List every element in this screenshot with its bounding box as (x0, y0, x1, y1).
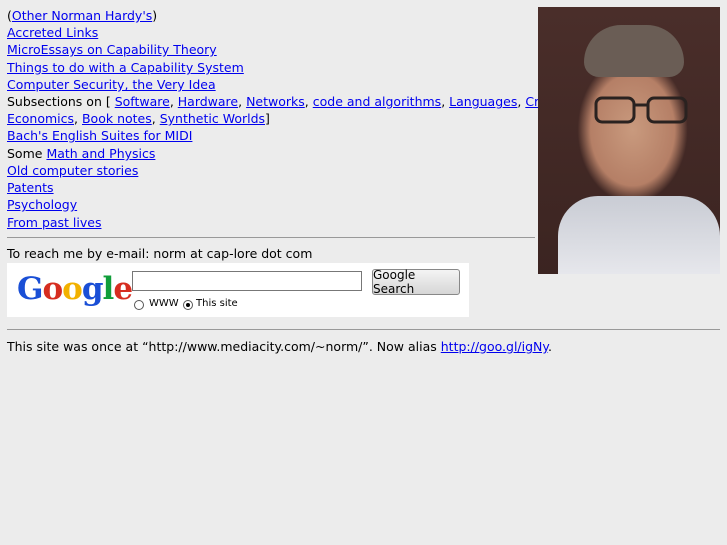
glasses-shape (594, 96, 688, 124)
divider-bottom (7, 329, 720, 330)
psychology-link[interactable]: Psychology (7, 197, 77, 212)
software-link[interactable]: Software (115, 94, 170, 109)
capability-system-link[interactable]: Things to do with a Capability System (7, 60, 244, 75)
accreted-links-link[interactable]: Accreted Links (7, 25, 98, 40)
microessays-link[interactable]: MicroEssays on Capability Theory (7, 42, 217, 57)
math-physics-line: Some Math and Physics (7, 145, 155, 162)
code-algorithms-link[interactable]: code and algorithms (313, 94, 441, 109)
footer-line: This site was once at “http://www.mediac… (7, 338, 552, 355)
google-logo-letter: g (81, 271, 104, 307)
subsections-suffix: ] (265, 111, 270, 126)
patents-link[interactable]: Patents (7, 180, 54, 195)
other-hardys-link[interactable]: Other Norman Hardy's (12, 8, 152, 23)
footer-end: . (548, 339, 553, 354)
book-notes-link[interactable]: Book notes (82, 111, 152, 126)
radio-this-site-label: This site (196, 298, 238, 309)
divider-top (7, 237, 535, 238)
synthetic-worlds-link[interactable]: Synthetic Worlds (160, 111, 265, 126)
google-logo-letter: o (62, 271, 83, 307)
some-prefix: Some (7, 146, 47, 161)
footer-text: This site was once at “http://www.mediac… (7, 339, 441, 354)
languages-link[interactable]: Languages (449, 94, 517, 109)
hardware-link[interactable]: Hardware (178, 94, 238, 109)
email-text: To reach me by e-mail: norm at cap-lore … (7, 246, 313, 261)
search-input[interactable] (132, 271, 362, 291)
old-stories-link[interactable]: Old computer stories (7, 163, 138, 178)
radio-www[interactable] (134, 300, 144, 310)
shirt-shape (558, 196, 720, 274)
google-logo-letter: e (113, 271, 133, 307)
subsections-line-2: Economics, Book notes, Synthetic Worlds] (7, 111, 270, 126)
google-logo-letter: G (17, 271, 44, 307)
subsections-prefix: Subsections on [ (7, 94, 115, 109)
google-logo-letter: l (102, 271, 115, 307)
radio-this-site[interactable] (183, 300, 193, 310)
bach-link[interactable]: Bach's English Suites for MIDI (7, 128, 192, 143)
other-hardys-line: (Other Norman Hardy's) (7, 7, 157, 24)
hair-shape (584, 25, 684, 77)
google-search-box: Google™ Google Search WWW This site (7, 263, 469, 317)
portrait-photo (538, 7, 720, 274)
goo-gl-link[interactable]: http://goo.gl/igNy (441, 339, 548, 354)
past-lives-link[interactable]: From past lives (7, 215, 101, 230)
computer-security-link[interactable]: Computer Security, the Very Idea (7, 77, 216, 92)
paren-close: ) (152, 8, 158, 23)
google-logo-letter: o (42, 271, 63, 307)
math-physics-link[interactable]: Math and Physics (46, 146, 155, 161)
google-logo[interactable]: Google™ (17, 271, 139, 307)
radio-www-label: WWW (149, 298, 179, 309)
economics-link[interactable]: Economics (7, 111, 74, 126)
subsections-line: Subsections on [ Software, Hardware, Net… (7, 93, 571, 110)
google-search-button[interactable]: Google Search (372, 268, 460, 296)
networks-link[interactable]: Networks (246, 94, 305, 109)
